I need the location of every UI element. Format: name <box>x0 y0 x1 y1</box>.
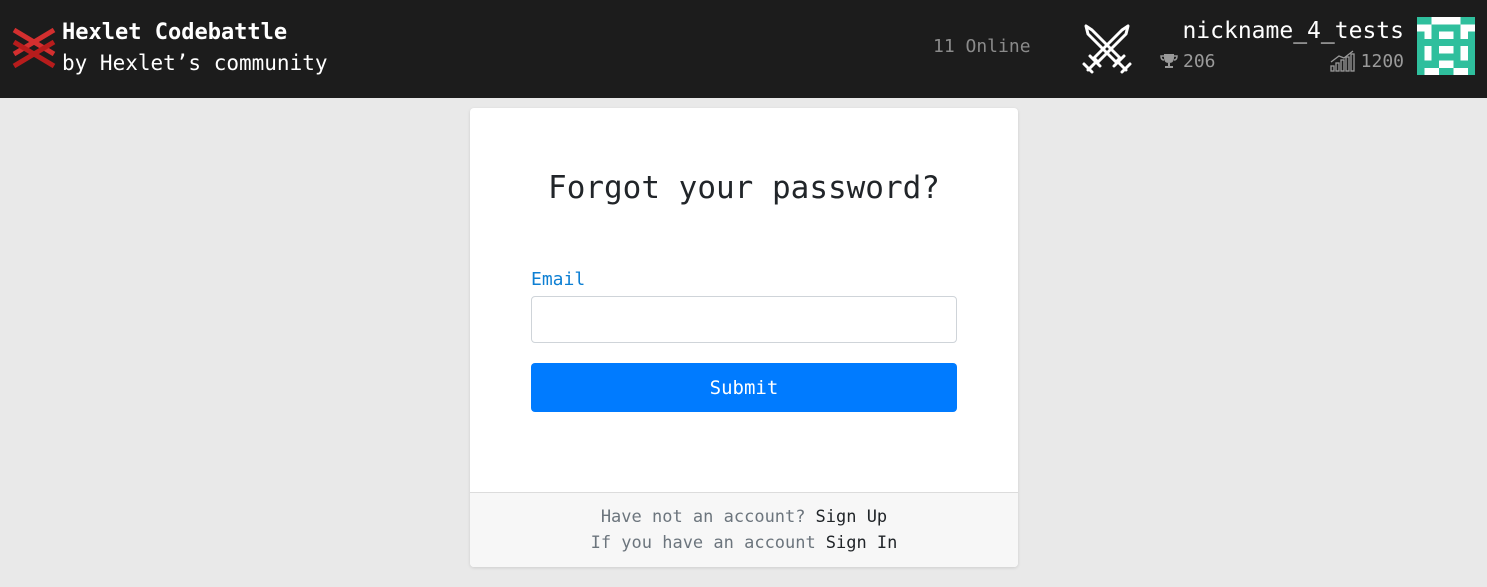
hexlet-logo-icon <box>12 27 56 69</box>
crossed-swords-icon[interactable] <box>1078 20 1136 78</box>
brand-title: Hexlet Codebattle <box>62 20 288 45</box>
sign-up-line: Have not an account? Sign Up <box>470 504 1018 530</box>
card-body: Forgot your password? Email Submit <box>470 108 1018 492</box>
user-info: nickname_4_tests 206 1200 <box>1160 14 1404 72</box>
sign-in-line: If you have an account Sign In <box>470 530 1018 556</box>
sign-up-link[interactable]: Sign Up <box>816 507 888 527</box>
email-field[interactable] <box>531 296 957 343</box>
card-footer: Have not an account? Sign Up If you have … <box>470 492 1018 567</box>
email-label: Email <box>531 269 586 290</box>
user-avatar[interactable] <box>1417 17 1475 75</box>
forgot-password-card: Forgot your password? Email Submit Have … <box>470 108 1018 567</box>
trophy-icon <box>1160 54 1178 68</box>
brand-subtitle: by Hexlet’s community <box>62 51 328 75</box>
page-title: Forgot your password? <box>548 170 940 206</box>
bar-chart-icon <box>1329 50 1355 72</box>
brand-text: Hexlet Codebattle by Hexlet’s community <box>62 18 328 78</box>
top-navbar: Hexlet Codebattle by Hexlet’s community … <box>0 0 1487 98</box>
brand-home-link[interactable]: Hexlet Codebattle by Hexlet’s community <box>10 18 328 78</box>
online-count: 11 Online <box>933 36 1031 57</box>
trophy-count: 206 <box>1183 50 1216 72</box>
submit-button[interactable]: Submit <box>531 363 957 412</box>
user-stats: 206 1200 <box>1160 50 1404 72</box>
no-account-text: Have not an account? <box>600 507 806 527</box>
rating-stat: 1200 <box>1329 50 1404 72</box>
have-account-text: If you have an account <box>590 533 816 553</box>
trophy-stat: 206 <box>1160 51 1216 72</box>
user-nickname[interactable]: nickname_4_tests <box>1160 14 1404 48</box>
rating-value: 1200 <box>1360 50 1404 72</box>
sign-in-link[interactable]: Sign In <box>826 533 898 553</box>
